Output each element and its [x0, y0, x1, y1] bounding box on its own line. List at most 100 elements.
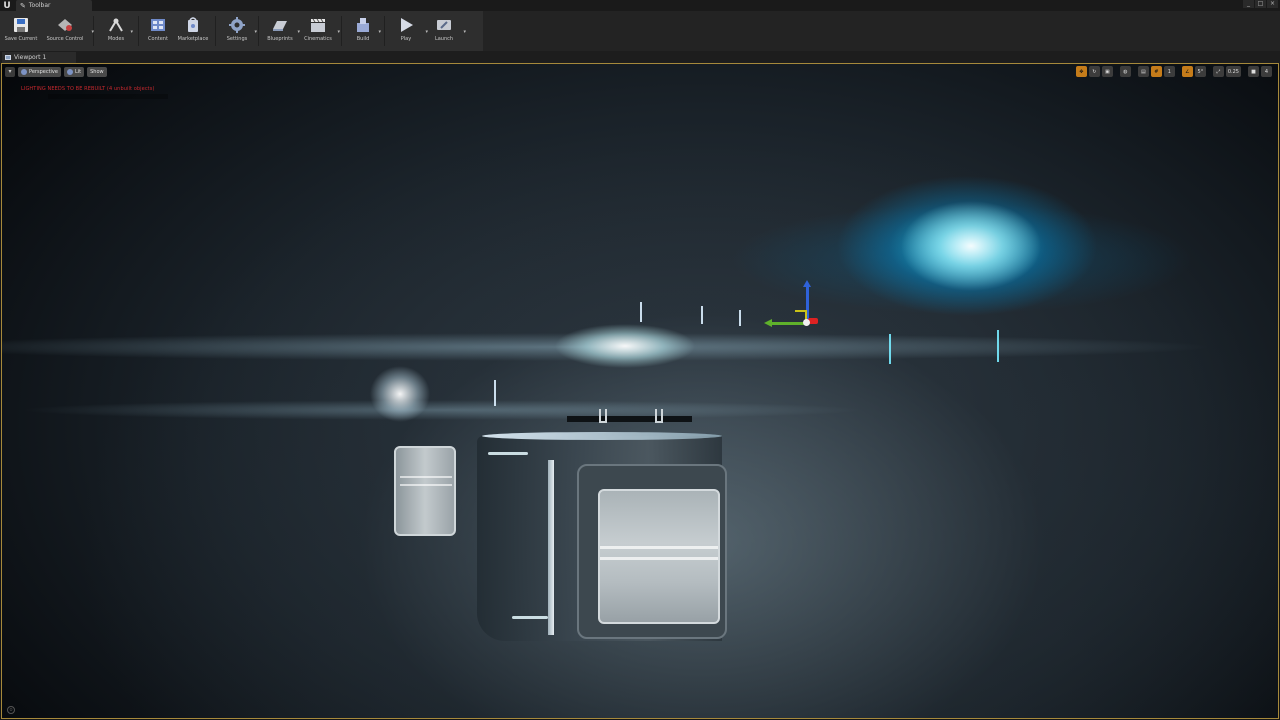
cyan-streak — [997, 330, 999, 362]
module-top-rail — [567, 416, 692, 422]
marketplace-label: Marketplace — [177, 36, 209, 42]
world-local-button[interactable]: ◍ — [1119, 66, 1131, 77]
toolbar-panel: Save Current Source Control ▾ Modes ▾ Co… — [0, 11, 483, 51]
module-clamp — [655, 409, 663, 423]
build-label: Build — [356, 36, 370, 42]
tab-toolbar[interactable]: ✎ Toolbar — [16, 0, 92, 11]
lit-sphere-icon — [66, 69, 73, 75]
cinematics-label: Cinematics — [304, 36, 332, 42]
window-controls: _ □ × — [1243, 0, 1278, 8]
settings-button[interactable]: Settings ▾ — [219, 11, 257, 51]
play-icon — [397, 16, 415, 34]
main-toolbar: Save Current Source Control ▾ Modes ▾ Co… — [0, 11, 1280, 51]
rotate-mode-button[interactable]: ↻ — [1088, 66, 1100, 77]
clapperboard-icon — [309, 16, 327, 34]
camera-icon-button[interactable]: ■ — [1248, 66, 1259, 77]
perspective-icon — [21, 69, 27, 75]
light-streak — [701, 306, 703, 324]
chevron-down-icon[interactable]: ▾ — [378, 29, 381, 35]
viewport-options-button[interactable]: ▾ — [5, 67, 15, 77]
toolbar-separator — [341, 16, 342, 46]
chevron-down-icon[interactable]: ▾ — [91, 29, 94, 35]
scale-mode-button[interactable]: ▣ — [1101, 66, 1113, 77]
source-control-icon — [56, 16, 74, 34]
floppy-disk-icon — [12, 16, 30, 34]
light-streak — [739, 310, 741, 326]
light-streak — [494, 380, 496, 406]
cyan-streak — [889, 334, 891, 364]
hatch-stripe — [600, 546, 718, 549]
minimize-button[interactable]: _ — [1243, 0, 1254, 8]
translate-mode-button[interactable]: ✥ — [1075, 66, 1087, 77]
build-button[interactable]: Build ▾ — [345, 11, 381, 51]
modes-button[interactable]: Modes ▾ — [97, 11, 135, 51]
close-button[interactable]: × — [1267, 0, 1278, 8]
perspective-label: Perspective — [29, 69, 58, 75]
chevron-down-icon[interactable]: ▾ — [130, 29, 133, 35]
rotation-size-button[interactable]: 5° — [1194, 66, 1206, 77]
toolbar-separator — [215, 16, 216, 46]
modes-label: Modes — [107, 36, 125, 42]
blueprints-label: Blueprints — [267, 36, 293, 42]
source-control-label: Source Control — [46, 36, 84, 42]
gizmo-y-axis[interactable] — [772, 322, 806, 325]
camera-count-button[interactable]: 4 — [1261, 66, 1272, 77]
wrench-icon: ✎ — [20, 1, 26, 10]
marketplace-icon — [184, 16, 202, 34]
maximize-button[interactable]: □ — [1255, 0, 1266, 8]
settings-label: Settings — [226, 36, 248, 42]
level-viewport[interactable]: ▾ Perspective Lit Show LIGHTING NEEDS TO… — [1, 63, 1279, 719]
show-button[interactable]: Show — [87, 67, 107, 77]
viewport-corner-icon[interactable]: o — [7, 706, 15, 714]
lighting-warning: LIGHTING NEEDS TO BE REBUILT (4 unbuilt … — [21, 86, 155, 92]
grid-snap-button[interactable]: # — [1150, 66, 1162, 77]
warning-subtext-band — [48, 94, 168, 99]
build-icon — [354, 16, 372, 34]
scale-snap-button[interactable]: ⤢ — [1212, 66, 1224, 77]
gear-icon — [228, 16, 246, 34]
side-hatch-panel — [394, 446, 456, 536]
tab-viewport-1[interactable]: Viewport 1 — [2, 52, 76, 63]
module-clamp — [599, 409, 607, 423]
module-pillar — [548, 460, 554, 635]
show-label: Show — [90, 69, 104, 75]
rotation-snap-button[interactable]: ∠ — [1181, 66, 1193, 77]
perspective-button[interactable]: Perspective — [18, 67, 61, 77]
chevron-down-icon[interactable]: ▾ — [337, 29, 340, 35]
play-button[interactable]: Play ▾ — [388, 11, 428, 51]
tab-toolbar-label: Toolbar — [28, 2, 51, 9]
gizmo-z-arrow-icon[interactable] — [803, 280, 811, 287]
content-button[interactable]: Content — [142, 11, 174, 51]
main-hatch-panel — [598, 489, 720, 624]
camera-speed-button[interactable]: 0.25 — [1225, 66, 1241, 77]
content-label: Content — [148, 36, 168, 42]
marketplace-button[interactable]: Marketplace — [174, 11, 212, 51]
cinematics-button[interactable]: Cinematics ▾ — [298, 11, 340, 51]
launch-label: Launch — [434, 36, 454, 42]
unreal-logo-icon[interactable]: U — [2, 1, 12, 11]
lit-button[interactable]: Lit — [63, 67, 85, 77]
launch-button[interactable]: Launch ▾ — [424, 11, 466, 51]
surface-snap-button[interactable]: ▤ — [1137, 66, 1149, 77]
blueprints-icon — [271, 16, 289, 34]
toolbar-separator — [138, 16, 139, 46]
save-current-label: Save Current — [4, 36, 38, 42]
chevron-down-icon[interactable]: ▾ — [463, 29, 466, 35]
mid-edge-glow — [488, 452, 528, 455]
gizmo-center[interactable] — [803, 319, 810, 326]
content-browser-icon — [149, 16, 167, 34]
play-label: Play — [400, 36, 412, 42]
hatch-stripe — [400, 484, 452, 486]
title-tab-strip: U ✎ Toolbar _ □ × — [0, 0, 1280, 11]
source-control-button[interactable]: Source Control ▾ — [40, 11, 94, 51]
save-current-button[interactable]: Save Current — [2, 11, 40, 51]
grid-size-button[interactable]: 1 — [1163, 66, 1175, 77]
launch-icon — [435, 16, 453, 34]
viewport-tab-bar: Viewport 1 — [0, 51, 1280, 63]
chevron-down-icon[interactable]: ▾ — [254, 29, 257, 35]
gizmo-y-arrow-icon[interactable] — [764, 319, 772, 327]
viewport-tab-label: Viewport 1 — [14, 54, 47, 61]
viewport-icon — [5, 55, 11, 60]
blueprints-button[interactable]: Blueprints ▾ — [262, 11, 300, 51]
hatch-stripe — [400, 476, 452, 478]
